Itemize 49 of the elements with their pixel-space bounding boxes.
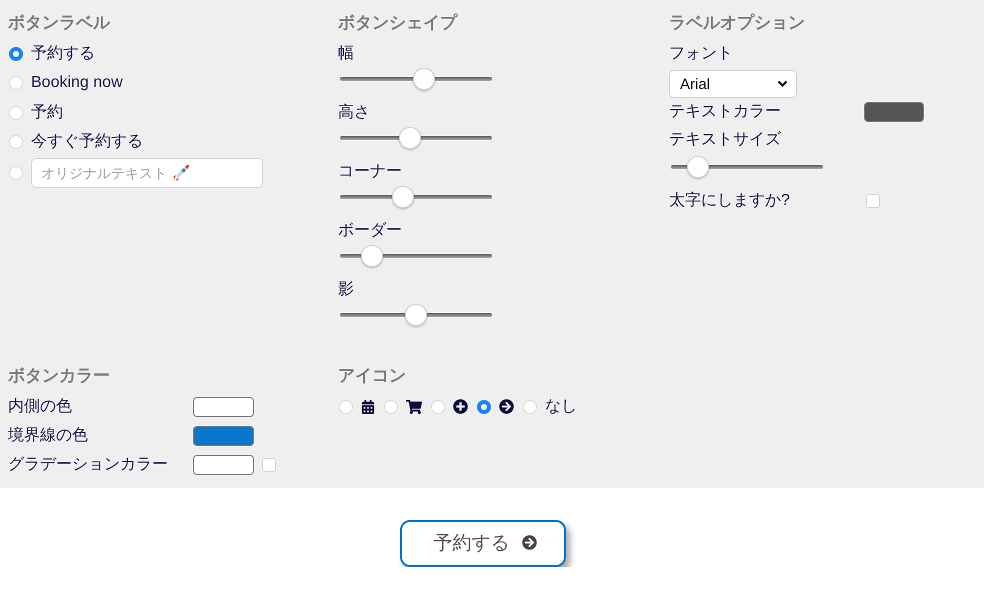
option-label[interactable]: 今すぐ予約する — [31, 132, 143, 152]
field-label: グラデーションカラー — [8, 454, 169, 474]
chevron-down-icon — [777, 80, 788, 88]
section-heading: アイコン — [338, 366, 406, 386]
slider-label: 幅 — [338, 44, 354, 64]
slider-track[interactable] — [340, 186, 492, 208]
slider-thumb[interactable] — [398, 127, 420, 149]
section-heading: ラベルオプション — [669, 13, 805, 33]
field-label: 境界線の色 — [8, 426, 89, 446]
checkbox[interactable] — [262, 458, 276, 472]
slider-label: 影 — [338, 280, 354, 300]
font-select[interactable]: Arial — [669, 70, 797, 98]
cart-icon — [406, 398, 422, 414]
slider-thumb[interactable] — [686, 156, 709, 178]
color-swatch[interactable] — [193, 396, 254, 416]
radio-button[interactable] — [477, 400, 491, 414]
radio-button[interactable] — [9, 46, 23, 61]
option-label[interactable]: 予約 — [31, 102, 63, 123]
color-swatch[interactable] — [864, 102, 924, 122]
slider-track[interactable] — [340, 304, 492, 326]
rocket-icon — [172, 164, 190, 182]
text-input-field[interactable]: オリジナルテキスト — [31, 158, 263, 188]
section-heading: ボタンカラー — [8, 366, 110, 386]
slider-thumb[interactable] — [360, 245, 383, 267]
field-label: フォント — [669, 44, 733, 64]
field-label: テキストサイズ — [669, 130, 782, 150]
field-label: 太字にしますか? — [669, 191, 791, 211]
preview-button[interactable]: 予約する — [400, 520, 566, 567]
section-heading: ボタンシェイプ — [338, 13, 457, 33]
slider-track[interactable] — [340, 127, 492, 149]
color-swatch[interactable] — [193, 454, 254, 474]
slider-track[interactable] — [340, 245, 492, 267]
field-label: テキストカラー — [669, 102, 782, 122]
color-swatch[interactable] — [193, 426, 254, 446]
slider-thumb[interactable] — [392, 186, 414, 208]
checkbox[interactable] — [866, 194, 880, 208]
calendar-icon — [361, 400, 375, 414]
option-label[interactable]: なし — [545, 396, 577, 416]
option-label[interactable]: Booking now — [31, 73, 123, 94]
section-heading: ボタンラベル — [8, 13, 110, 33]
slider-track[interactable] — [340, 68, 492, 90]
slider-track[interactable] — [671, 156, 823, 178]
slider-thumb[interactable] — [405, 304, 427, 326]
slider-thumb[interactable] — [412, 68, 435, 90]
field-label: 内側の色 — [8, 396, 73, 416]
slider-label: ボーダー — [338, 221, 402, 241]
option-label[interactable]: 予約する — [31, 44, 95, 64]
slider-label: 高さ — [338, 103, 370, 123]
slider-label: コーナー — [338, 162, 402, 182]
